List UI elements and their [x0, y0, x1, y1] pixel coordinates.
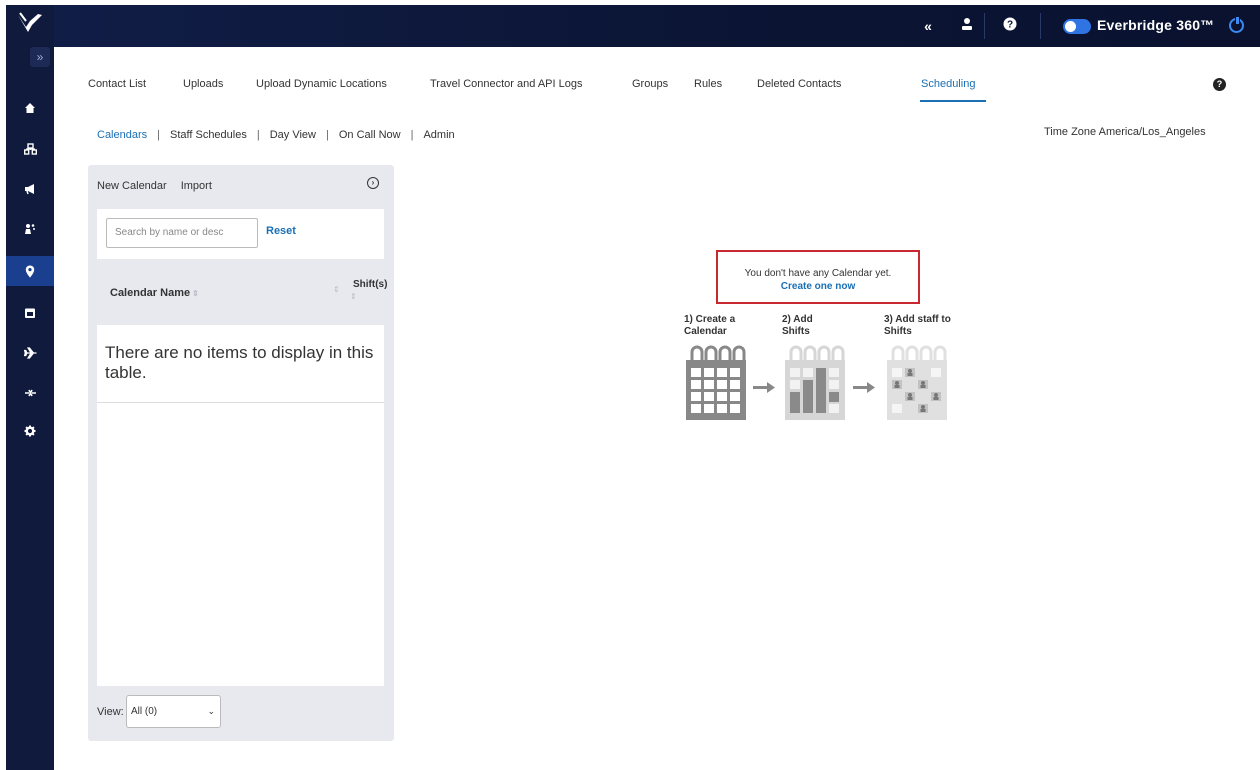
tab-contact-list[interactable]: Contact List [88, 78, 146, 90]
panel-toolbar: New Calendar Import [97, 180, 212, 192]
user-icon[interactable] [957, 16, 977, 36]
power-icon[interactable] [1229, 17, 1244, 33]
view-filter: View: All (0) ⌄ [97, 695, 221, 728]
everbridge-logo-icon[interactable] [16, 11, 44, 35]
arrow-right-icon [753, 382, 775, 393]
organization-icon[interactable] [6, 135, 54, 163]
topbar-divider [984, 13, 985, 39]
help-icon[interactable]: ? [1000, 16, 1020, 36]
empty-table-message: There are no items to display in this ta… [105, 343, 374, 382]
tab-travel-connector[interactable]: Travel Connector and API Logs [430, 78, 582, 90]
app-frame: » « ? Everbridge 360™ Contact List Uploa… [0, 0, 1260, 770]
step-3-label: 3) Add staff to Shifts [884, 314, 951, 337]
plane-icon[interactable] [6, 339, 54, 367]
row-divider [97, 402, 384, 403]
collapse-left-icon[interactable]: « [918, 16, 938, 36]
arrow-right-icon [853, 382, 875, 393]
subnav-separator: | [325, 129, 329, 141]
subnav-calendars[interactable]: Calendars [97, 129, 147, 141]
collapse-panel-icon[interactable]: › [367, 177, 379, 189]
empty-state-notice: You don't have any Calendar yet. Create … [716, 250, 920, 304]
sort-icon: ⇕ [192, 289, 199, 298]
location-icon[interactable] [6, 256, 54, 286]
column-header-calendar-name[interactable]: Calendar Name ⇕ [110, 287, 199, 299]
steps-illustration [686, 345, 947, 420]
timezone-label: Time Zone America/Los_Angeles [1044, 126, 1206, 138]
subnav-day-view[interactable]: Day View [270, 129, 316, 141]
svg-text:?: ? [1007, 20, 1013, 31]
empty-state-message: You don't have any Calendar yet. [744, 268, 892, 279]
new-calendar-button[interactable]: New Calendar [97, 180, 167, 192]
brand-name: Everbridge 360™ [1097, 17, 1215, 33]
step-2-label: 2) Add Shifts [782, 314, 813, 337]
side-rail: » [6, 5, 54, 770]
subnav-on-call-now[interactable]: On Call Now [339, 129, 401, 141]
tab-uploads[interactable]: Uploads [183, 78, 223, 90]
home-icon[interactable] [6, 94, 54, 122]
tab-upload-dynamic-locations[interactable]: Upload Dynamic Locations [256, 78, 387, 90]
settings-icon[interactable] [6, 417, 54, 445]
subnav-separator: | [256, 129, 260, 141]
toggle-icon[interactable] [1063, 19, 1091, 34]
search-area: Search by name or desc Reset [97, 209, 384, 259]
search-input[interactable]: Search by name or desc [106, 218, 258, 248]
active-tab-underline [920, 100, 986, 102]
calendar-icon[interactable] [6, 299, 54, 327]
tab-scheduling[interactable]: Scheduling [921, 78, 975, 90]
calendar-icon [686, 345, 746, 420]
calendar-list-panel: New Calendar Import › Search by name or d… [88, 165, 394, 741]
people-icon[interactable] [6, 215, 54, 243]
subnav-separator: | [410, 129, 414, 141]
page-help-icon[interactable]: ? [1213, 78, 1226, 91]
sort-icon: ⇕ [333, 285, 340, 294]
view-select-value: All (0) [131, 706, 158, 717]
integration-icon[interactable] [6, 379, 54, 407]
column-header-label: Calendar Name [110, 287, 191, 299]
subnav-staff-schedules[interactable]: Staff Schedules [170, 129, 247, 141]
shifts-calendar-icon [785, 345, 845, 420]
sort-icon: ⇕ [350, 292, 357, 301]
scheduling-subnav: Calendars | Staff Schedules | Day View | On Ca… [97, 129, 455, 141]
subnav-admin[interactable]: Admin [423, 129, 454, 141]
topbar-divider [1040, 13, 1041, 39]
megaphone-icon[interactable] [6, 175, 54, 203]
column-header-shifts[interactable]: Shift(s) [353, 279, 387, 290]
tab-deleted-contacts[interactable]: Deleted Contacts [757, 78, 841, 90]
reset-button[interactable]: Reset [266, 225, 296, 237]
import-button[interactable]: Import [181, 180, 212, 192]
chevron-down-icon: ⌄ [207, 706, 215, 716]
table-header: Calendar Name ⇕ ⇕ Shift(s) ⇕ [97, 265, 387, 323]
tab-groups[interactable]: Groups [632, 78, 668, 90]
view-select[interactable]: All (0) ⌄ [126, 695, 221, 728]
table-body: There are no items to display in this ta… [97, 325, 384, 686]
step-1-label: 1) Create a Calendar [684, 314, 736, 337]
top-bar: « ? Everbridge 360™ [54, 5, 1260, 47]
create-calendar-link[interactable]: Create one now [718, 281, 918, 292]
view-label: View: [97, 706, 124, 718]
tab-rules[interactable]: Rules [694, 78, 722, 90]
onboarding-steps: 1) Create a Calendar 2) Add Shifts 3) Ad… [683, 314, 963, 434]
subnav-separator: | [157, 129, 160, 141]
staff-calendar-icon [887, 345, 947, 420]
expand-rail-button[interactable]: » [30, 47, 50, 67]
